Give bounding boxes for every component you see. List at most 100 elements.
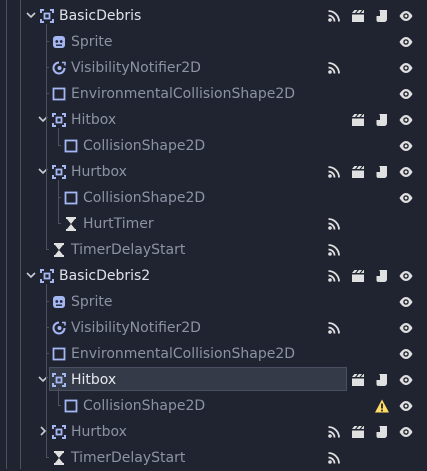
tree-item-label: HurtTimer xyxy=(83,216,154,232)
groups-icon[interactable] xyxy=(350,424,366,440)
timer-icon xyxy=(51,242,67,258)
sprite-icon xyxy=(51,34,67,50)
visibility-eye-icon[interactable] xyxy=(398,138,414,154)
tree-item-collisionshape2d[interactable]: CollisionShape2D xyxy=(0,133,427,159)
script-icon[interactable] xyxy=(374,164,390,180)
chevron-down-icon[interactable] xyxy=(37,373,49,385)
tree-item-hitbox[interactable]: Hitbox xyxy=(0,367,427,393)
tree-item-visibilitynotifier2d[interactable]: VisibilityNotifier2D xyxy=(0,55,427,81)
groups-icon[interactable] xyxy=(350,372,366,388)
signals-icon[interactable] xyxy=(326,8,342,24)
script-icon[interactable] xyxy=(374,268,390,284)
collision-shape-icon xyxy=(63,398,79,414)
groups-icon[interactable] xyxy=(350,8,366,24)
groups-icon[interactable] xyxy=(350,164,366,180)
visibility-eye-icon[interactable] xyxy=(398,346,414,362)
collision-shape-icon xyxy=(63,138,79,154)
visibility-eye-icon[interactable] xyxy=(398,320,414,336)
visibility-notifier-icon xyxy=(51,60,67,76)
signals-icon[interactable] xyxy=(326,60,342,76)
tree-item-label: Hurtbox xyxy=(71,164,127,180)
tree-item-hurttimer[interactable]: HurtTimer xyxy=(0,211,427,237)
tree-item-basicdebris[interactable]: BasicDebris xyxy=(0,3,427,29)
tree-item-label: BasicDebris2 xyxy=(59,268,151,284)
tree-item-label: Hurtbox xyxy=(71,424,127,440)
tree-item-label: VisibilityNotifier2D xyxy=(71,60,201,76)
chevron-down-icon[interactable] xyxy=(25,9,37,21)
scene-tree: BasicDebris Sprite VisibilityNotifier2D Env… xyxy=(0,0,427,469)
tree-item-timerdelaystart[interactable]: TimerDelayStart xyxy=(0,237,427,263)
groups-icon[interactable] xyxy=(350,268,366,284)
warning-icon[interactable] xyxy=(374,398,390,414)
signals-icon[interactable] xyxy=(326,216,342,232)
chevron-right-icon[interactable] xyxy=(37,425,49,437)
script-icon[interactable] xyxy=(374,424,390,440)
signals-icon[interactable] xyxy=(326,164,342,180)
tree-item-label: EnvironmentalCollisionShape2D xyxy=(71,86,296,102)
tree-item-sprite[interactable]: Sprite xyxy=(0,289,427,315)
tree-guide-line xyxy=(58,128,59,146)
chevron-down-icon[interactable] xyxy=(37,165,49,177)
visibility-eye-icon[interactable] xyxy=(398,372,414,388)
visibility-eye-icon[interactable] xyxy=(398,268,414,284)
node2d-icon xyxy=(51,372,67,388)
tree-item-label: CollisionShape2D xyxy=(83,398,206,414)
chevron-down-icon[interactable] xyxy=(37,113,49,125)
timer-icon xyxy=(51,450,67,466)
visibility-notifier-icon xyxy=(51,320,67,336)
tree-item-hurtbox[interactable]: Hurtbox xyxy=(0,419,427,445)
visibility-eye-icon[interactable] xyxy=(398,60,414,76)
node2d-icon xyxy=(51,164,67,180)
tree-item-label: Sprite xyxy=(71,34,113,50)
collision-shape-icon xyxy=(63,190,79,206)
tree-guide-line xyxy=(58,180,59,224)
signals-icon[interactable] xyxy=(326,424,342,440)
signals-icon[interactable] xyxy=(326,450,342,466)
visibility-eye-icon[interactable] xyxy=(398,398,414,414)
tree-guide-line xyxy=(46,24,47,250)
script-icon[interactable] xyxy=(374,372,390,388)
visibility-eye-icon[interactable] xyxy=(398,86,414,102)
tree-item-label: BasicDebris xyxy=(59,8,142,24)
visibility-eye-icon[interactable] xyxy=(398,190,414,206)
visibility-eye-icon[interactable] xyxy=(398,34,414,50)
signals-icon[interactable] xyxy=(326,320,342,336)
node2d-icon xyxy=(39,268,55,284)
timer-icon xyxy=(63,216,79,232)
chevron-down-icon[interactable] xyxy=(25,269,37,281)
signals-icon[interactable] xyxy=(326,242,342,258)
script-icon[interactable] xyxy=(374,8,390,24)
tree-item-label: CollisionShape2D xyxy=(83,190,206,206)
script-icon[interactable] xyxy=(374,112,390,128)
tree-item-label: EnvironmentalCollisionShape2D xyxy=(71,346,296,362)
visibility-eye-icon[interactable] xyxy=(398,424,414,440)
tree-item-hurtbox[interactable]: Hurtbox xyxy=(0,159,427,185)
collision-shape-icon xyxy=(51,86,67,102)
visibility-eye-icon[interactable] xyxy=(398,164,414,180)
visibility-eye-icon[interactable] xyxy=(398,8,414,24)
tree-guide-line xyxy=(46,284,47,458)
groups-icon[interactable] xyxy=(350,112,366,128)
signals-icon[interactable] xyxy=(326,268,342,284)
visibility-eye-icon[interactable] xyxy=(398,294,414,310)
tree-item-environmentalcollisionshape2d[interactable]: EnvironmentalCollisionShape2D xyxy=(0,341,427,367)
tree-item-label: VisibilityNotifier2D xyxy=(71,320,201,336)
tree-guide-line xyxy=(58,388,59,406)
node2d-icon xyxy=(51,112,67,128)
tree-item-timerdelaystart[interactable]: TimerDelayStart xyxy=(0,445,427,471)
tree-item-label: TimerDelayStart xyxy=(71,450,186,466)
tree-item-collisionshape2d[interactable]: CollisionShape2D xyxy=(0,393,427,419)
tree-item-label: Sprite xyxy=(71,294,113,310)
tree-item-label: Hitbox xyxy=(71,112,117,128)
tree-item-environmentalcollisionshape2d[interactable]: EnvironmentalCollisionShape2D xyxy=(0,81,427,107)
tree-item-basicdebris2[interactable]: BasicDebris2 xyxy=(0,263,427,289)
tree-item-collisionshape2d[interactable]: CollisionShape2D xyxy=(0,185,427,211)
node2d-icon xyxy=(39,8,55,24)
tree-item-sprite[interactable]: Sprite xyxy=(0,29,427,55)
tree-item-label: CollisionShape2D xyxy=(83,138,206,154)
sprite-icon xyxy=(51,294,67,310)
visibility-eye-icon[interactable] xyxy=(398,112,414,128)
collision-shape-icon xyxy=(51,346,67,362)
tree-item-visibilitynotifier2d[interactable]: VisibilityNotifier2D xyxy=(0,315,427,341)
tree-item-hitbox[interactable]: Hitbox xyxy=(0,107,427,133)
